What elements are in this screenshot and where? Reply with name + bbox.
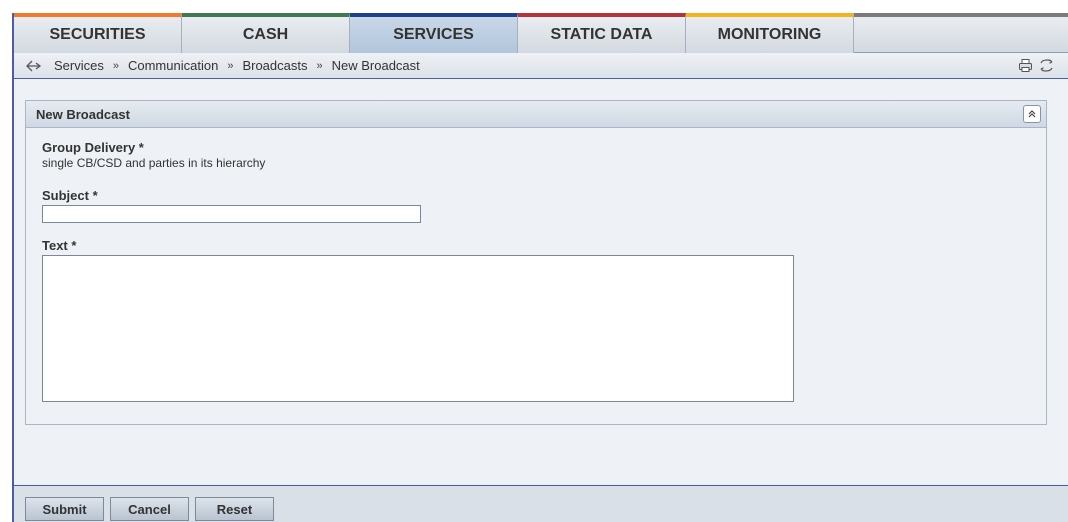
group-delivery-value: single CB/CSD and parties in its hierarc… — [42, 156, 266, 170]
footer-bar: Submit Cancel Reset — [14, 485, 1068, 522]
group-delivery-label: Group Delivery * — [42, 140, 144, 155]
print-icon[interactable] — [1018, 58, 1033, 73]
text-input[interactable] — [42, 255, 794, 402]
breadcrumb-separator: » — [227, 59, 234, 72]
tab-cash[interactable]: CASH — [182, 13, 350, 53]
tab-label: MONITORING — [717, 26, 822, 43]
new-broadcast-panel: New Broadcast Group Delivery * single CB… — [25, 100, 1047, 425]
back-arrow-icon[interactable] — [26, 60, 42, 72]
tab-label: CASH — [242, 26, 289, 43]
breadcrumb-broadcasts[interactable]: Broadcasts — [242, 58, 307, 73]
tab-securities[interactable]: SECURITIES — [14, 13, 182, 53]
tab-services[interactable]: SERVICES — [350, 13, 518, 53]
tab-static-data[interactable]: STATIC DATA — [518, 13, 686, 53]
cancel-button[interactable]: Cancel — [110, 497, 189, 521]
page-tools — [1018, 58, 1054, 73]
breadcrumb-communication[interactable]: Communication — [128, 58, 218, 73]
breadcrumb-separator: » — [112, 59, 119, 72]
subject-label: Subject * — [42, 188, 98, 203]
breadcrumb-new-broadcast: New Broadcast — [331, 58, 420, 73]
submit-button[interactable]: Submit — [25, 497, 104, 521]
refresh-icon[interactable] — [1039, 58, 1054, 73]
reset-button[interactable]: Reset — [195, 497, 274, 521]
breadcrumb: Services » Communication » Broadcasts » … — [14, 53, 1068, 79]
subject-input[interactable] — [42, 205, 421, 223]
collapse-up-icon — [1028, 110, 1036, 118]
breadcrumb-services[interactable]: Services — [54, 58, 104, 73]
panel-header: New Broadcast — [26, 101, 1046, 128]
collapse-button[interactable] — [1023, 105, 1041, 123]
tab-label: SERVICES — [393, 26, 474, 43]
tab-bar-filler — [854, 13, 1068, 52]
breadcrumb-separator: » — [316, 59, 323, 72]
tab-label: SECURITIES — [49, 26, 146, 43]
panel-title: New Broadcast — [36, 106, 130, 122]
main-tabs: SECURITIES CASH SERVICES STATIC DATA MON… — [14, 13, 1068, 53]
app-frame: SECURITIES CASH SERVICES STATIC DATA MON… — [12, 13, 1068, 522]
text-label: Text * — [42, 238, 77, 253]
tab-monitoring[interactable]: MONITORING — [686, 13, 854, 53]
tab-label: STATIC DATA — [550, 26, 653, 43]
